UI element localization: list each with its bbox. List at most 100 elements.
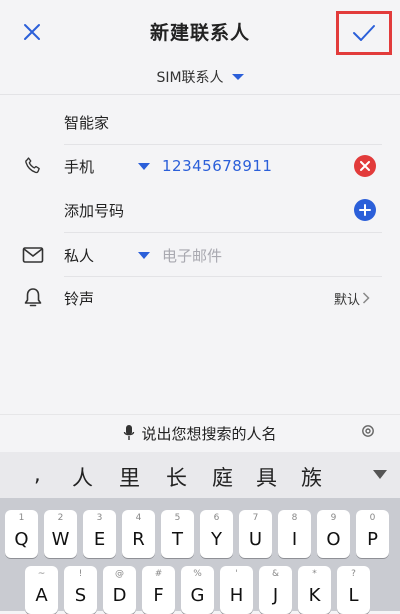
check-icon xyxy=(353,25,375,41)
key-label: R xyxy=(132,528,145,550)
candidate-item[interactable]: 庭 xyxy=(212,462,233,492)
phone-type-dropdown-icon[interactable] xyxy=(138,162,150,170)
ringtone-label: 铃声 xyxy=(64,289,95,308)
key-e[interactable]: 3 E xyxy=(83,510,116,558)
key-q[interactable]: 1 Q xyxy=(5,510,38,558)
voice-search-hint: 说出您想搜索的人名 xyxy=(141,424,277,443)
key-f[interactable]: # F xyxy=(142,566,175,614)
name-field-row: 智能家 xyxy=(0,100,400,144)
key-sub-label: 8 xyxy=(291,513,298,523)
key-sub-label: 7 xyxy=(252,513,259,523)
mail-icon xyxy=(20,242,46,268)
add-number-button[interactable] xyxy=(354,199,376,221)
key-sub-label: 6 xyxy=(213,513,220,523)
add-number-label: 添加号码 xyxy=(64,201,125,220)
key-sub-label: # xyxy=(154,569,163,579)
candidate-item[interactable]: , xyxy=(34,462,41,486)
key-k[interactable]: * K xyxy=(298,566,331,614)
email-input[interactable]: 电子邮件 xyxy=(162,245,222,266)
candidate-item[interactable]: 长 xyxy=(166,462,187,492)
collapse-keyboard-icon[interactable] xyxy=(373,470,387,479)
key-d[interactable]: @ D xyxy=(103,566,136,614)
candidate-item[interactable]: 人 xyxy=(72,462,93,492)
save-button[interactable] xyxy=(336,11,392,55)
key-label: T xyxy=(172,528,183,550)
app-header: 新建联系人 xyxy=(0,0,400,62)
key-label: D xyxy=(112,584,127,606)
candidate-bar: , 人 里 长 庭 具 族 xyxy=(0,452,400,498)
key-u[interactable]: 7 U xyxy=(239,510,272,558)
key-t[interactable]: 5 T xyxy=(161,510,194,558)
key-sub-label: 5 xyxy=(174,513,181,523)
key-sub-label: ~ xyxy=(37,569,46,579)
plus-icon xyxy=(359,204,371,216)
page-title: 新建联系人 xyxy=(149,21,250,44)
phone-type-label[interactable]: 手机 xyxy=(64,156,94,177)
email-field-row: 私人 电子邮件 xyxy=(0,233,400,277)
key-sub-label: 3 xyxy=(96,513,103,523)
key-label: G xyxy=(190,584,205,606)
key-sub-label: 1 xyxy=(18,513,25,523)
key-o[interactable]: 9 O xyxy=(317,510,350,558)
key-label: O xyxy=(326,528,341,550)
microphone-icon xyxy=(124,425,135,440)
key-sub-label: 0 xyxy=(369,513,376,523)
bell-icon xyxy=(20,285,46,311)
add-number-row[interactable]: 添加号码 xyxy=(0,188,400,232)
ringtone-value-text: 默认 xyxy=(334,292,361,308)
account-selector[interactable]: SIM联系人 xyxy=(0,62,400,92)
key-sub-label: ! xyxy=(78,569,83,579)
key-g[interactable]: % G xyxy=(181,566,214,614)
email-type-dropdown-icon[interactable] xyxy=(138,251,150,259)
key-label: E xyxy=(93,528,106,550)
key-label: Y xyxy=(211,528,222,550)
key-y[interactable]: 6 Y xyxy=(200,510,233,558)
key-a[interactable]: ~ A xyxy=(25,566,58,614)
key-j[interactable]: & J xyxy=(259,566,292,614)
key-s[interactable]: ! S xyxy=(64,566,97,614)
phone-icon xyxy=(20,153,46,179)
key-sub-label: 9 xyxy=(330,513,337,523)
key-label: S xyxy=(74,584,87,606)
key-sub-label: 2 xyxy=(57,513,64,523)
key-p[interactable]: 0 P xyxy=(356,510,389,558)
close-button[interactable] xyxy=(18,18,46,46)
candidate-item[interactable]: 具 xyxy=(256,462,277,492)
candidate-item[interactable]: 族 xyxy=(301,462,322,492)
phone-field-row: 手机 12345678911 xyxy=(0,144,400,188)
close-icon xyxy=(24,24,40,40)
chevron-right-icon xyxy=(362,292,370,304)
ringtone-value[interactable]: 默认 xyxy=(334,289,370,308)
key-label: H xyxy=(229,584,244,606)
key-sub-label: % xyxy=(193,569,202,579)
key-h[interactable]: ' H xyxy=(220,566,253,614)
key-l[interactable]: ? L xyxy=(337,566,370,614)
key-sub-label: 4 xyxy=(135,513,142,523)
account-label: SIM联系人 xyxy=(156,70,224,86)
key-label: W xyxy=(51,528,70,550)
key-r[interactable]: 4 R xyxy=(122,510,155,558)
key-label: Q xyxy=(14,528,29,550)
key-label: J xyxy=(272,584,279,606)
key-i[interactable]: 8 I xyxy=(278,510,311,558)
chevron-down-icon xyxy=(231,74,244,80)
key-sub-label: * xyxy=(312,569,317,579)
key-label: A xyxy=(35,584,48,606)
ringtone-row[interactable]: 铃声 默认 xyxy=(0,276,400,320)
key-sub-label: ? xyxy=(351,569,356,579)
phone-number-input[interactable]: 12345678911 xyxy=(162,157,272,175)
email-type-label[interactable]: 私人 xyxy=(64,245,94,266)
key-sub-label: & xyxy=(271,569,280,579)
key-label: L xyxy=(348,584,359,606)
key-label: F xyxy=(153,584,164,606)
voice-search-bar[interactable]: 说出您想搜索的人名 xyxy=(0,414,400,451)
key-w[interactable]: 2 W xyxy=(44,510,77,558)
key-sub-label: @ xyxy=(115,569,124,579)
divider xyxy=(0,94,400,95)
key-label: U xyxy=(248,528,263,550)
name-field[interactable]: 智能家 xyxy=(64,112,109,133)
keyboard: 1 Q 2 W 3 E 4 R 5 T 6 Y 7 U 8 I 9 O 0 P … xyxy=(0,498,400,614)
candidate-item[interactable]: 里 xyxy=(119,462,140,492)
gear-icon[interactable] xyxy=(360,423,376,439)
clear-phone-button[interactable] xyxy=(354,155,376,177)
